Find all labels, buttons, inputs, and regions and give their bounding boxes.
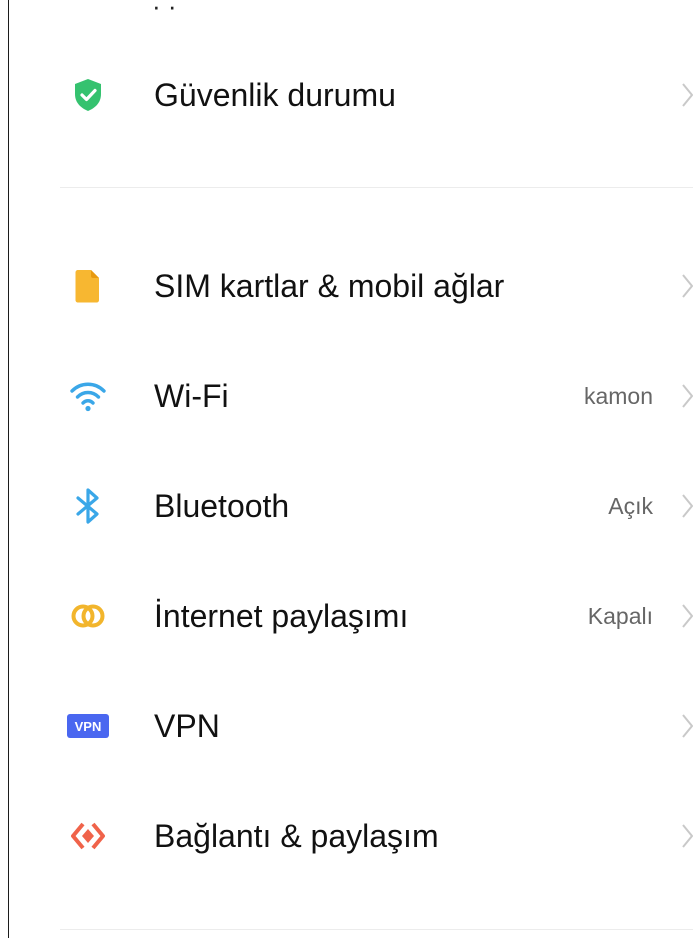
bluetooth-label: Bluetooth [154,487,290,524]
wifi-value: kamon [583,382,653,409]
sim-cards-label: SIM kartlar & mobil ağlar [154,267,505,304]
sim-card-icon [66,264,110,308]
chevron-right-icon [682,384,693,408]
hotspot-value: Kapalı [587,602,653,629]
wifi-row[interactable]: Wi-Fi kamon [0,341,693,451]
wifi-icon [66,374,110,418]
chevron-right-icon [682,824,693,848]
shield-check-icon [66,73,110,117]
chevron-right-icon [682,494,693,518]
hotspot-label: İnternet paylaşımı [154,597,409,634]
connection-sharing-label: Bağlantı & paylaşım [154,817,439,854]
section-divider [60,929,693,930]
vpn-icon-text: VPN [74,718,102,734]
wifi-label: Wi-Fi [154,377,229,414]
security-status-row[interactable]: Güvenlik durumu [0,40,693,150]
sim-cards-row[interactable]: SIM kartlar & mobil ağlar [0,231,693,341]
vpn-label: VPN [154,707,220,744]
vpn-row[interactable]: VPN VPN [0,671,693,781]
hotspot-row[interactable]: İnternet paylaşımı Kapalı [0,561,693,671]
bluetooth-icon [66,484,110,528]
clipped-text: · · [152,0,177,21]
bluetooth-row[interactable]: Bluetooth Açık [0,451,693,561]
section-divider [60,187,693,188]
chevron-right-icon [682,274,693,298]
vpn-icon: VPN [66,704,110,748]
chevron-right-icon [682,83,693,107]
chevron-right-icon [682,714,693,738]
connection-share-icon [66,814,110,858]
bluetooth-value: Açık [608,492,653,519]
hotspot-icon [66,594,110,638]
security-status-label: Güvenlik durumu [154,76,396,113]
connection-sharing-row[interactable]: Bağlantı & paylaşım [0,781,693,891]
chevron-right-icon [682,604,693,628]
